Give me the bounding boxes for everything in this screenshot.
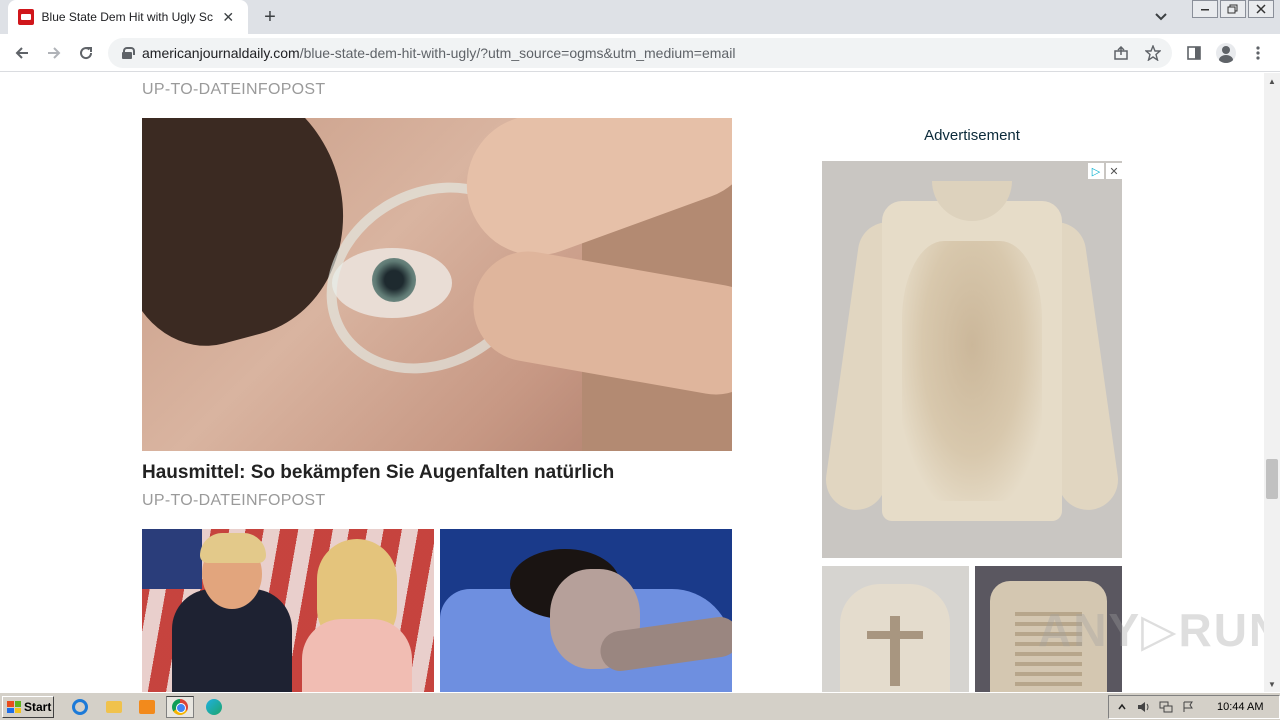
media-player-taskbar-icon[interactable]: [133, 696, 161, 718]
minimize-button[interactable]: [1192, 0, 1218, 18]
advertisement-label: Advertisement: [924, 127, 1020, 144]
tray-expand-icon[interactable]: [1115, 700, 1129, 714]
address-bar[interactable]: americanjournaldaily.com/blue-state-dem-…: [108, 38, 1172, 68]
article-image-couple[interactable]: [142, 529, 434, 692]
scroll-up-arrow-icon[interactable]: ▲: [1264, 73, 1280, 89]
browser-tab[interactable]: Blue State Dem Hit with Ugly Scanda ✕: [8, 0, 248, 34]
back-arrow-icon[interactable]: [10, 41, 34, 65]
article-image-sleeping-woman[interactable]: [440, 529, 732, 692]
browser-toolbar: americanjournaldaily.com/blue-state-dem-…: [0, 34, 1280, 72]
close-window-button[interactable]: [1248, 0, 1274, 18]
bookmark-star-icon[interactable]: [1144, 44, 1162, 62]
web-page: UP-TO-DATEINFOPOST Hausmittel: So bekämp…: [0, 73, 1264, 692]
start-label: Start: [24, 700, 52, 714]
new-tab-button[interactable]: +: [258, 5, 282, 29]
menu-kebab-icon[interactable]: [1246, 41, 1270, 65]
ad-image-shirt[interactable]: [822, 161, 1122, 558]
url-path: /blue-state-dem-hit-with-ugly/?utm_sourc…: [299, 45, 736, 61]
start-button[interactable]: Start: [2, 696, 54, 718]
url-text: americanjournaldaily.com/blue-state-dem-…: [142, 45, 735, 61]
side-panel-icon[interactable]: [1182, 41, 1206, 65]
windows-taskbar: Start 10:44 AM: [0, 692, 1280, 720]
tab-close-icon[interactable]: ✕: [219, 7, 238, 27]
forward-arrow-icon[interactable]: [42, 41, 66, 65]
edge-taskbar-icon[interactable]: [200, 696, 228, 718]
profile-avatar-icon[interactable]: [1214, 41, 1238, 65]
windows-logo-icon: [7, 701, 21, 713]
adchoices-icon[interactable]: ▷: [1088, 163, 1104, 179]
article-headline[interactable]: Hausmittel: So bekämpfen Sie Augenfalten…: [142, 462, 614, 484]
anyrun-watermark: ANY▷RUN: [1038, 604, 1264, 656]
window-controls: [1192, 0, 1274, 18]
article-image-eye[interactable]: [142, 118, 732, 451]
tab-strip: Blue State Dem Hit with Ugly Scanda ✕ +: [0, 0, 1280, 34]
scroll-down-arrow-icon[interactable]: ▼: [1264, 676, 1280, 692]
ad-close-icon[interactable]: ✕: [1106, 163, 1122, 179]
system-tray: 10:44 AM: [1108, 695, 1280, 719]
tab-title: Blue State Dem Hit with Ugly Scanda: [41, 10, 213, 24]
taskbar-clock[interactable]: 10:44 AM: [1217, 701, 1263, 713]
reload-icon[interactable]: [74, 41, 98, 65]
ad-thumb-hoodie[interactable]: [822, 566, 969, 692]
action-center-flag-icon[interactable]: [1181, 700, 1195, 714]
ie-taskbar-icon[interactable]: [66, 696, 94, 718]
site-favicon-icon: [18, 9, 34, 25]
volume-icon[interactable]: [1137, 700, 1151, 714]
url-host: americanjournaldaily.com: [142, 45, 300, 61]
adchoices: ▷ ✕: [1088, 163, 1122, 179]
share-icon[interactable]: [1112, 44, 1130, 62]
explorer-taskbar-icon[interactable]: [100, 696, 128, 718]
lock-icon[interactable]: [122, 47, 135, 59]
chrome-taskbar-icon[interactable]: [166, 696, 194, 718]
article-source-top[interactable]: UP-TO-DATEINFOPOST: [142, 81, 325, 99]
scrollbar-thumb[interactable]: [1266, 459, 1278, 499]
tab-search-chevron-icon[interactable]: [1150, 6, 1172, 28]
restore-button[interactable]: [1220, 0, 1246, 18]
page-scrollbar[interactable]: ▲ ▼: [1264, 73, 1280, 692]
article-source[interactable]: UP-TO-DATEINFOPOST: [142, 492, 325, 510]
network-icon[interactable]: [1159, 700, 1173, 714]
